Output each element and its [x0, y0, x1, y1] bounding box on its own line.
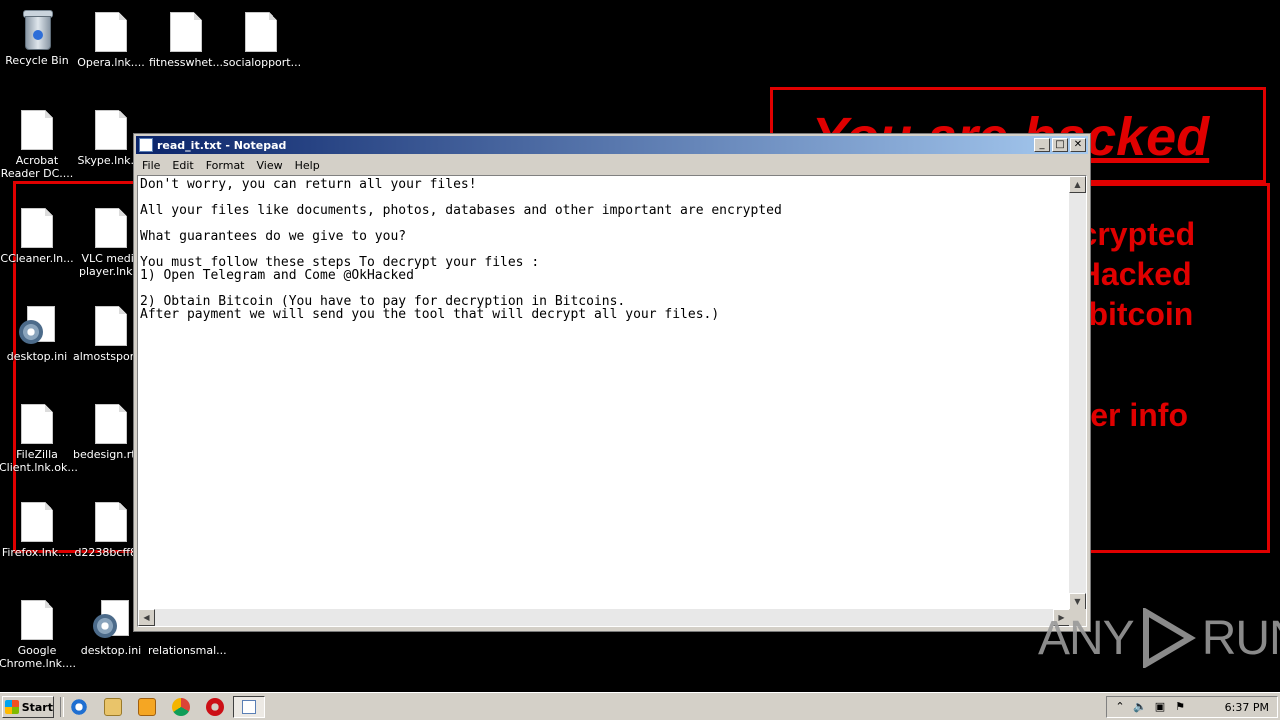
desktop-icon-label: Acrobat Reader DC....	[0, 154, 74, 180]
desktop-icon-label: desktop.ini	[80, 644, 142, 657]
desktop-icon-file[interactable]: Firefox.lnk....	[0, 502, 75, 559]
document-icon	[170, 12, 202, 52]
start-button[interactable]: Start	[2, 696, 54, 718]
desktop-icon-label: desktop.ini	[6, 350, 68, 363]
minimize-button[interactable]: _	[1034, 138, 1050, 152]
chevron-up-icon[interactable]: ⌃	[1113, 700, 1127, 714]
document-icon	[95, 110, 127, 150]
ie-icon[interactable]	[70, 698, 88, 716]
chrome-icon[interactable]	[172, 698, 190, 716]
taskbar: Start ⌃ 🔈 ▣ ⚑ 6:37 PM	[0, 692, 1280, 720]
desktop-icon-file[interactable]: Google Chrome.lnk....	[0, 600, 77, 670]
document-icon	[245, 12, 277, 52]
window-title: read_it.txt - Notepad	[157, 138, 287, 152]
desktop-icon-file[interactable]: Acrobat Reader DC....	[0, 110, 75, 180]
desktop-icon-label: FileZilla Client.lnk.ok...	[0, 448, 78, 474]
document-icon	[21, 110, 53, 150]
desktop-icon-label: Google Chrome.lnk....	[0, 644, 77, 670]
desktop-icon-settings-file[interactable]: desktop.ini	[0, 306, 75, 363]
volume-icon[interactable]: 🔈	[1133, 700, 1147, 714]
desktop-icon-label: CCleaner.ln...	[0, 252, 74, 265]
document-icon	[21, 404, 53, 444]
maximize-button[interactable]: □	[1052, 138, 1068, 152]
menu-help[interactable]: Help	[289, 159, 326, 172]
desktop-icon-label: relationsmal...	[148, 644, 227, 657]
recycle-bin-icon	[21, 8, 53, 50]
settings-file-icon	[93, 600, 129, 640]
network-icon[interactable]: ▣	[1153, 700, 1167, 714]
document-icon	[95, 12, 127, 52]
notepad-icon	[139, 138, 153, 152]
document-icon	[95, 208, 127, 248]
taskbar-notepad-button[interactable]	[233, 696, 265, 718]
menu-edit[interactable]: Edit	[166, 159, 199, 172]
start-label: Start	[21, 700, 53, 714]
desktop-icon-label: fitnesswhet...	[149, 56, 223, 69]
notepad-icon	[242, 700, 256, 714]
notepad-window: read_it.txt - Notepad _ □ ✕ File Edit Fo…	[133, 133, 1091, 632]
document-icon	[21, 600, 53, 640]
scroll-up-icon[interactable]: ▲	[1069, 176, 1086, 193]
desktop-icon-label: Firefox.lnk....	[1, 546, 73, 559]
desktop-icon-label: Recycle Bin	[5, 54, 69, 67]
horizontal-scrollbar[interactable]: ◀ ▶	[138, 609, 1070, 626]
scroll-left-icon[interactable]: ◀	[138, 609, 155, 626]
opera-icon[interactable]	[206, 698, 224, 716]
document-icon	[95, 404, 127, 444]
clock[interactable]: 6:37 PM	[1225, 701, 1269, 714]
editor-text[interactable]: Don't worry, you can return all your fil…	[140, 178, 1070, 610]
desktop-icon-label: Opera.lnk....	[77, 56, 145, 69]
play-icon	[1142, 608, 1196, 668]
flag-icon[interactable]: ⚑	[1173, 700, 1187, 714]
desktop-icon-file[interactable]: Opera.lnk....	[73, 12, 149, 69]
close-button[interactable]: ✕	[1070, 138, 1086, 152]
menu-file[interactable]: File	[136, 159, 166, 172]
menu-bar: File Edit Format View Help	[136, 156, 1088, 174]
watermark-left-text: ANY	[1038, 611, 1135, 665]
window-titlebar[interactable]: read_it.txt - Notepad _ □ ✕	[136, 136, 1088, 154]
media-player-icon[interactable]	[138, 698, 156, 716]
desktop-icon-file[interactable]: CCleaner.ln...	[0, 208, 75, 265]
taskbar-separator	[60, 697, 64, 717]
windows-logo-icon	[5, 700, 19, 714]
document-icon	[95, 502, 127, 542]
document-icon	[21, 208, 53, 248]
desktop-icon-file[interactable]: socialopport...	[223, 12, 302, 69]
document-icon	[95, 306, 127, 346]
text-editor[interactable]: Don't worry, you can return all your fil…	[137, 175, 1087, 627]
desktop-icon-file[interactable]: fitnesswhet...	[148, 12, 224, 69]
watermark-right-text: RUN	[1201, 611, 1280, 665]
system-tray: ⌃ 🔈 ▣ ⚑ 6:37 PM	[1106, 696, 1278, 718]
vertical-scrollbar[interactable]: ▲ ▼	[1069, 176, 1086, 610]
desktop-icon-recycle-bin[interactable]: Recycle Bin	[0, 8, 75, 67]
explorer-icon[interactable]	[104, 698, 122, 716]
document-icon	[21, 502, 53, 542]
settings-file-icon	[19, 306, 55, 346]
desktop-icon-label: socialopport...	[223, 56, 302, 69]
menu-format[interactable]: Format	[200, 159, 251, 172]
desktop-icon-file[interactable]: FileZilla Client.lnk.ok...	[0, 404, 78, 474]
menu-view[interactable]: View	[251, 159, 289, 172]
anyrun-watermark: ANY RUN	[1038, 606, 1280, 670]
